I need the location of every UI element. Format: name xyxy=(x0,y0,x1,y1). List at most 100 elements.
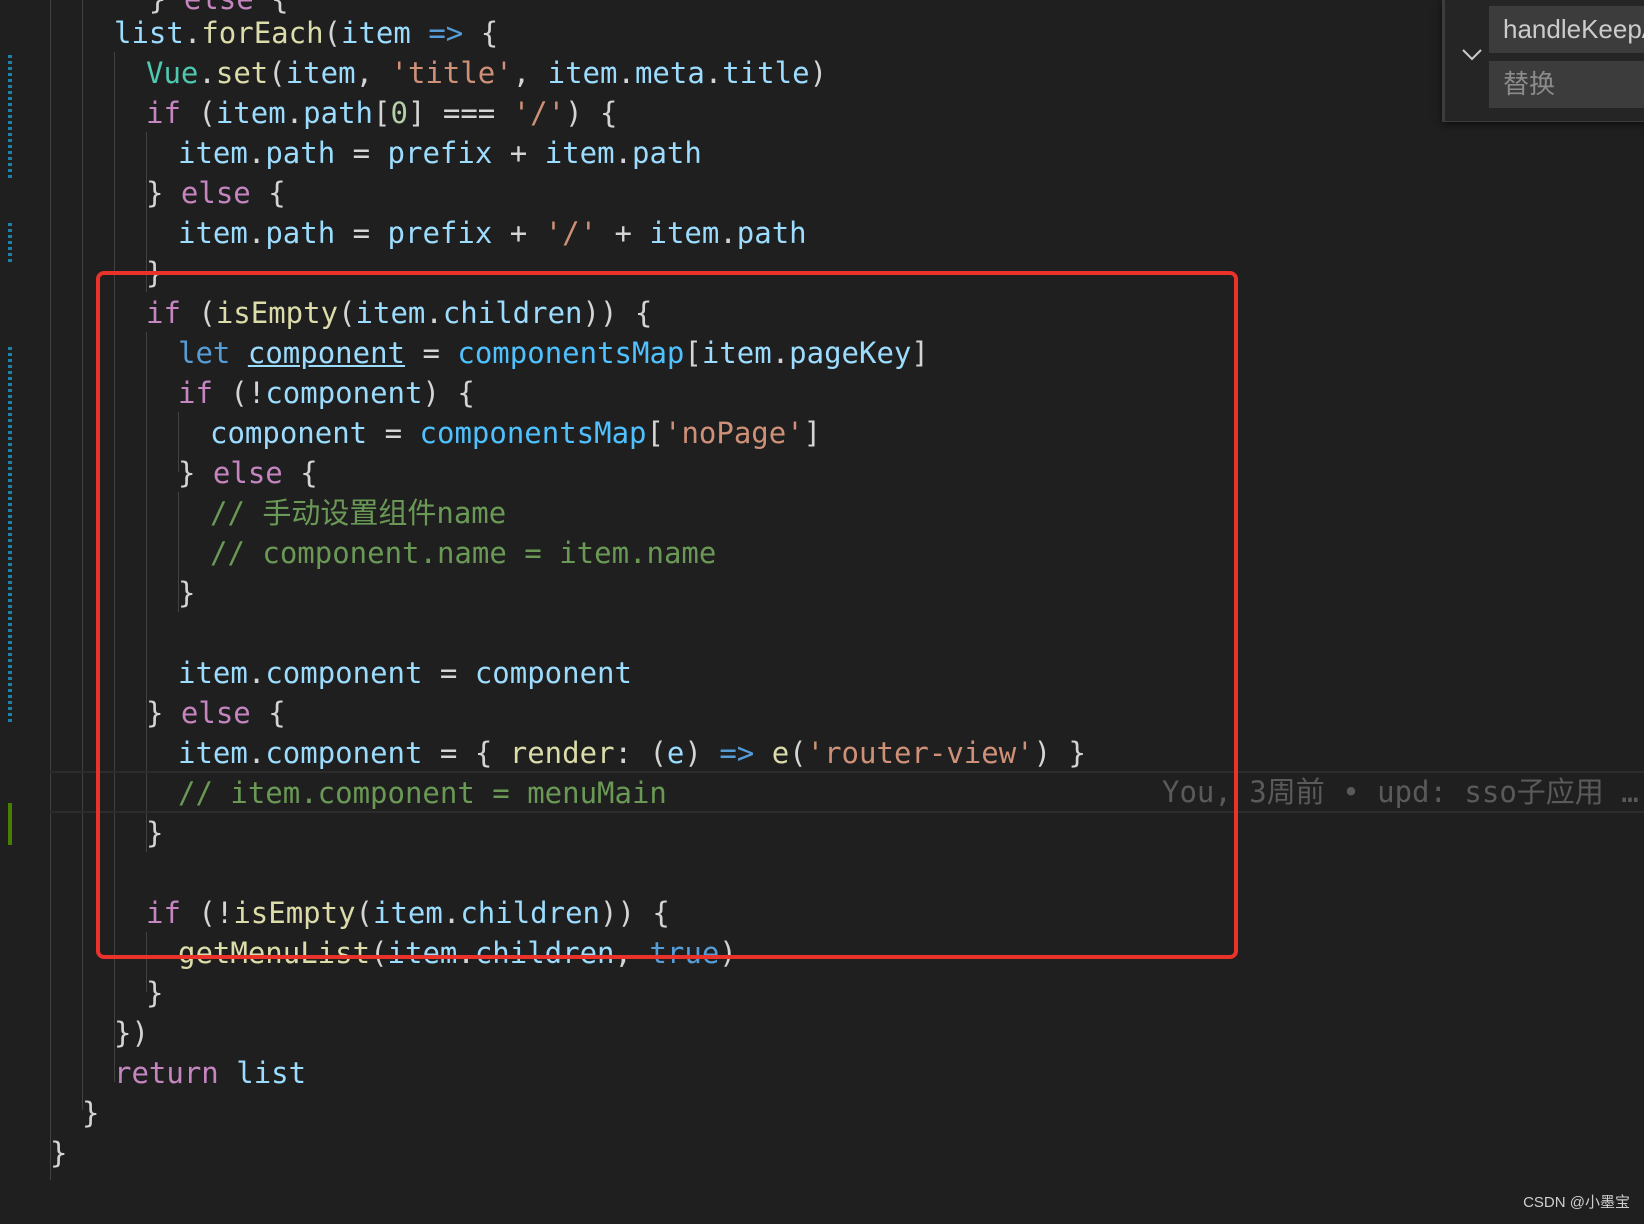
code-token: . xyxy=(247,136,266,170)
find-input[interactable] xyxy=(1489,6,1644,53)
code-token: ) xyxy=(719,936,737,970)
code-token: else xyxy=(180,696,251,730)
code-token: item xyxy=(178,216,248,250)
code-line: return list xyxy=(114,1052,306,1094)
code-token: + xyxy=(492,216,545,250)
code-token: . xyxy=(198,56,216,90)
code-line: } xyxy=(146,812,163,854)
code-token: // component.name = item.name xyxy=(210,536,717,570)
gutter-added-marker xyxy=(8,803,12,845)
code-token: . xyxy=(704,56,723,90)
code-token: ) } xyxy=(1033,736,1087,770)
toggle-replace-button[interactable] xyxy=(1457,40,1487,70)
code-token: , xyxy=(614,936,650,970)
code-token: e xyxy=(666,736,685,770)
code-token: path xyxy=(303,96,373,130)
code-token: Vue xyxy=(146,56,199,90)
code-line: if (item.path[0] === '/') { xyxy=(146,92,617,134)
code-token: + xyxy=(492,136,545,170)
code-token: = xyxy=(367,416,420,450)
code-token: . xyxy=(183,16,202,50)
code-token: item xyxy=(387,936,458,970)
gutter-modified-marker xyxy=(8,223,12,265)
code-token: item xyxy=(547,56,618,90)
code-token: path xyxy=(736,216,807,250)
code-token: list xyxy=(236,1056,307,1090)
code-token: item xyxy=(285,56,356,90)
code-token: title xyxy=(722,56,810,90)
code-token: else xyxy=(180,176,251,210)
code-token: . xyxy=(247,216,266,250)
code-token: prefix xyxy=(387,136,493,170)
code-line: let component = componentsMap[item.pageK… xyxy=(178,332,929,374)
replace-input[interactable] xyxy=(1489,61,1644,108)
code-token: path xyxy=(265,216,336,250)
code-token: ( xyxy=(789,736,807,770)
code-line: } xyxy=(146,972,163,1014)
code-token: forEach xyxy=(201,16,324,50)
code-line: if (!component) { xyxy=(178,372,475,414)
code-token: 'title' xyxy=(390,56,513,90)
code-token: . xyxy=(457,936,475,970)
code-token: . xyxy=(719,216,737,250)
code-token: else xyxy=(212,456,283,490)
code-token: '/' xyxy=(512,96,566,130)
code-token: ( xyxy=(338,296,356,330)
code-token: return xyxy=(114,1056,219,1090)
code-token: list xyxy=(114,16,184,50)
code-token: ) { xyxy=(565,96,618,130)
code-token: ] xyxy=(803,416,822,450)
code-token: component xyxy=(247,336,405,370)
code-token: componentsMap xyxy=(419,416,647,450)
code-token: = xyxy=(405,336,458,370)
code-token: item xyxy=(701,336,772,370)
code-token: . xyxy=(247,656,266,690)
code-token: '/' xyxy=(544,216,598,250)
code-token: = xyxy=(422,656,475,690)
code-token: getMenuList xyxy=(178,936,371,970)
code-line: } else { xyxy=(146,172,286,214)
code-token: { xyxy=(282,456,318,490)
indent-guide xyxy=(114,52,115,1082)
code-token: render xyxy=(509,736,615,770)
code-line: } xyxy=(146,252,163,294)
code-line: list.forEach(item => { xyxy=(114,12,498,54)
code-line: item.path = prefix + '/' + item.path xyxy=(178,212,807,254)
code-token: => xyxy=(428,16,464,50)
code-token: ( xyxy=(268,56,286,90)
code-token: (! xyxy=(180,896,234,930)
code-line: if (!isEmpty(item.children)) { xyxy=(146,892,670,934)
code-token: let xyxy=(178,336,231,370)
code-line: } xyxy=(178,572,195,614)
code-token: children xyxy=(460,896,600,930)
code-line: } else { xyxy=(146,692,286,734)
code-token: } xyxy=(146,976,164,1010)
gutter-modified-marker xyxy=(8,55,12,181)
code-token: )) { xyxy=(582,296,653,330)
code-token: component xyxy=(265,656,423,690)
code-token: if xyxy=(146,296,181,330)
code-token: component xyxy=(210,416,368,450)
code-line: } xyxy=(50,1132,67,1174)
code-token: } xyxy=(82,1096,100,1130)
code-token: // item.component = menuMain xyxy=(178,776,667,810)
code-token: ] === xyxy=(407,96,513,130)
code-token: if xyxy=(146,896,181,930)
code-token: = { xyxy=(422,736,510,770)
code-token: [ xyxy=(684,336,702,370)
code-editor[interactable]: } else {list.forEach(item => {Vue.set(it… xyxy=(0,0,1644,1224)
code-token: item xyxy=(215,96,286,130)
code-token: = xyxy=(335,136,388,170)
code-token: ( xyxy=(180,296,216,330)
code-token: item xyxy=(544,136,615,170)
code-token: } xyxy=(178,456,213,490)
chevron-down-icon xyxy=(1462,49,1482,61)
code-token: component xyxy=(265,736,423,770)
code-line: getMenuList(item.children, true) xyxy=(178,932,737,974)
code-token: [ xyxy=(646,416,664,450)
code-token: . xyxy=(442,896,461,930)
gutter-modified-marker xyxy=(8,347,12,723)
